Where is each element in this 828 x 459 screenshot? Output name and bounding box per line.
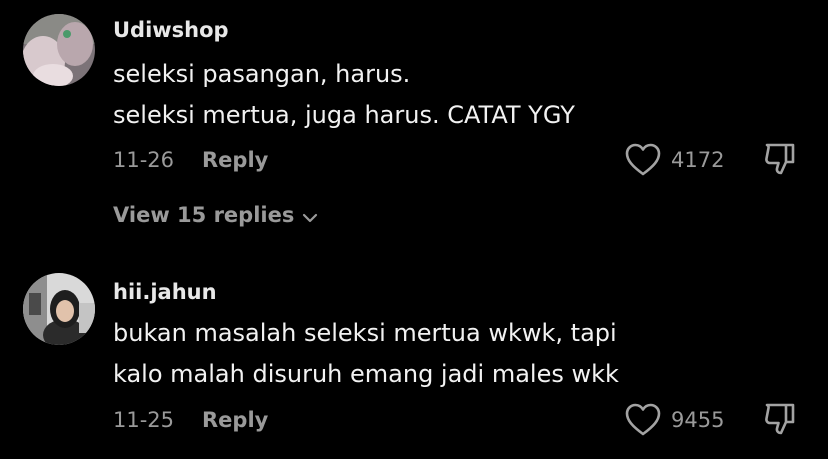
like-count: 9455 [671,408,725,432]
thumbs-down-outline-icon [765,143,795,175]
reply-button[interactable]: Reply [202,148,268,172]
avatar[interactable] [23,14,95,86]
comment-date: 11-26 [113,148,175,172]
comment-text-line: kalo malah disuruh emang jadi males wkk [113,360,619,388]
comment-username[interactable]: hii.jahun [113,280,217,304]
like-button[interactable] [624,143,662,177]
thumbs-down-outline-icon [765,403,795,435]
chevron-down-icon [302,207,318,223]
reply-button[interactable]: Reply [202,408,268,432]
heart-outline-icon [625,403,661,436]
heart-outline-icon [625,143,661,176]
comment-text-line: bukan masalah seleksi mertua wkwk, tapi [113,319,617,347]
comment-text-line: seleksi pasangan, harus. [113,60,411,88]
comment-text-line: seleksi mertua, juga harus. CATAT YGY [113,101,575,129]
dislike-button[interactable] [762,401,800,439]
like-button[interactable] [624,403,662,437]
like-count: 4172 [671,148,725,172]
comment-username[interactable]: Udiwshop [113,18,229,42]
dislike-button[interactable] [762,141,800,179]
view-replies-label: View 15 replies [113,203,295,227]
view-replies-button[interactable]: View 15 replies [113,203,318,227]
avatar[interactable] [23,273,95,345]
comment-date: 11-25 [113,408,175,432]
